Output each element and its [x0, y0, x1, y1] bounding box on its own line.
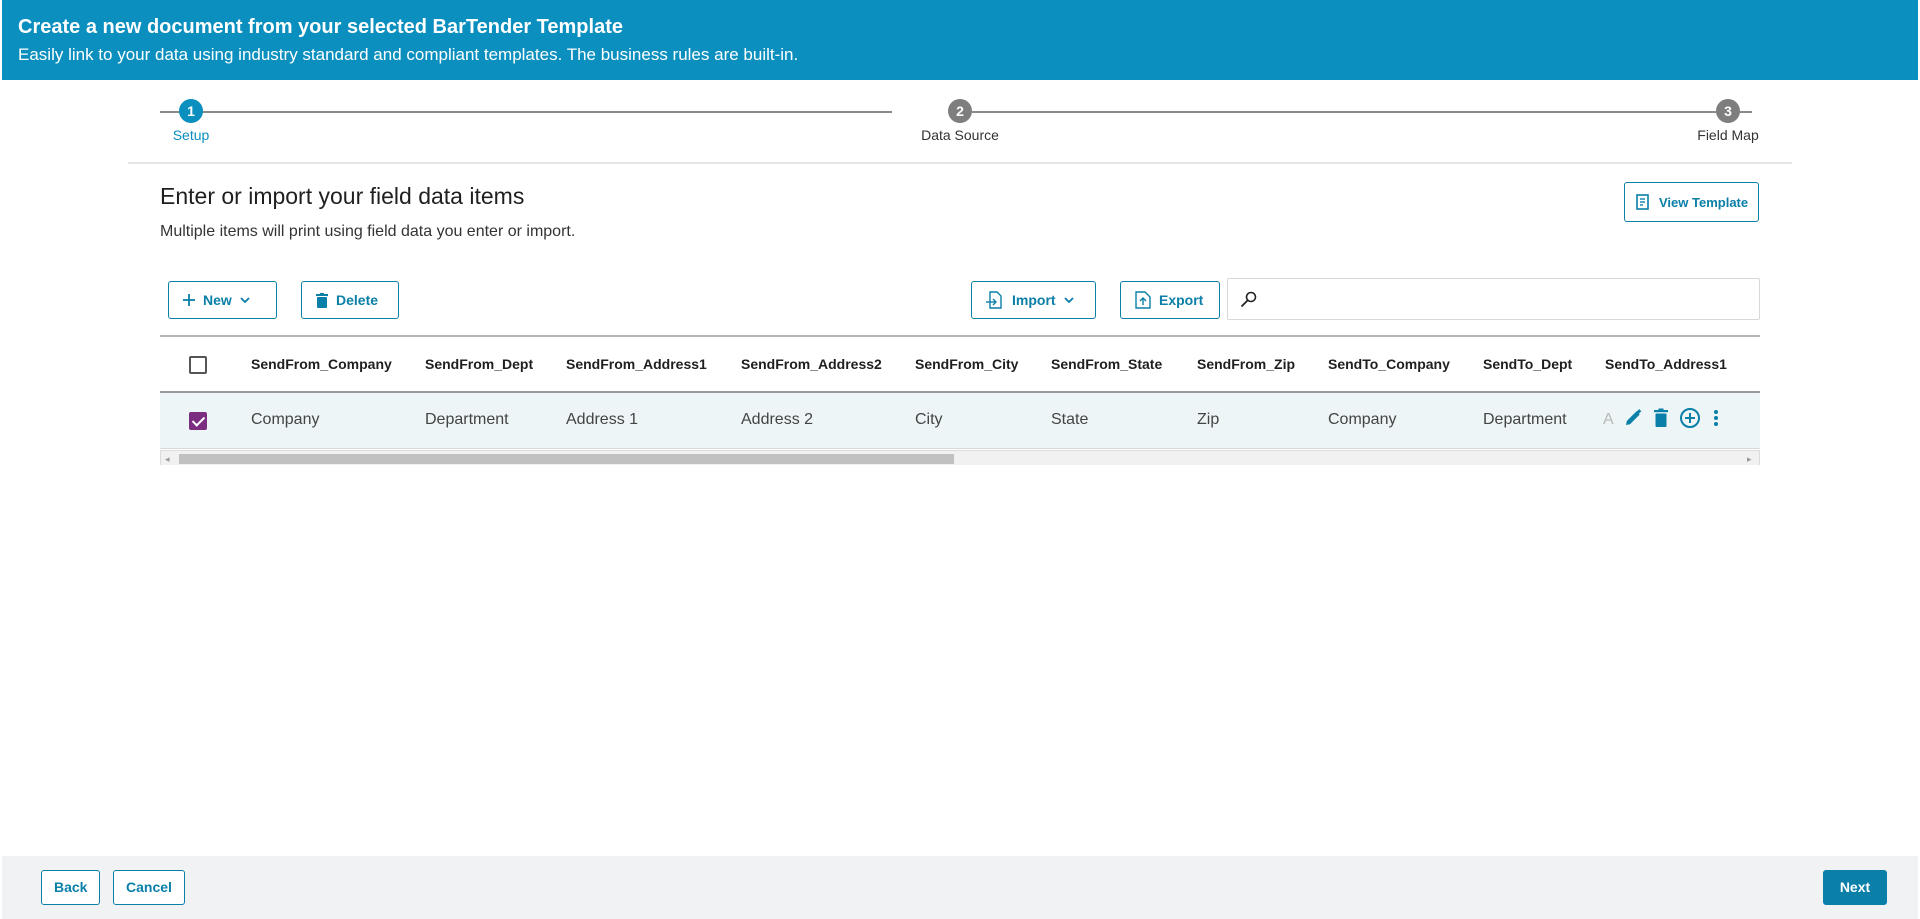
- step-label: Field Map: [1697, 127, 1759, 143]
- scroll-right-arrow-icon[interactable]: ▸: [1747, 454, 1752, 465]
- chevron-down-icon: [240, 296, 250, 304]
- horizontal-scrollbar[interactable]: ◂ ▸: [160, 450, 1760, 465]
- export-button[interactable]: Export: [1120, 281, 1220, 319]
- step-data-source[interactable]: 2 Data Source: [900, 96, 1020, 143]
- column-header[interactable]: SendTo_Address1: [1605, 337, 1727, 391]
- table-cell[interactable]: Department: [1483, 393, 1567, 447]
- table-cell-truncated[interactable]: A: [1603, 393, 1614, 447]
- column-header[interactable]: SendFrom_Dept: [425, 337, 533, 391]
- search-box: [1227, 278, 1760, 320]
- field-data-grid: SendFrom_Company SendFrom_Dept SendFrom_…: [160, 335, 1760, 465]
- view-template-button[interactable]: View Template: [1624, 182, 1760, 222]
- chevron-down-icon: [1063, 296, 1074, 304]
- export-label: Export: [1159, 292, 1204, 308]
- stepper-line-1: [160, 111, 892, 113]
- table-cell[interactable]: Department: [425, 393, 509, 447]
- select-all-checkbox[interactable]: [189, 356, 207, 374]
- table-row[interactable]: Company Department Address 1 Address 2 C…: [160, 393, 1760, 449]
- column-header[interactable]: SendFrom_Company: [251, 337, 392, 391]
- step-number: 3: [1716, 99, 1740, 123]
- delete-button[interactable]: Delete: [301, 281, 399, 319]
- grid-header: SendFrom_Company SendFrom_Dept SendFrom_…: [160, 337, 1760, 393]
- export-icon: [1135, 291, 1151, 309]
- column-header[interactable]: SendFrom_Zip: [1197, 337, 1295, 391]
- banner-title: Create a new document from your selected…: [18, 16, 623, 38]
- table-cell[interactable]: Zip: [1197, 393, 1219, 447]
- banner-subtitle: Easily link to your data using industry …: [18, 45, 799, 64]
- plus-icon: [183, 294, 195, 306]
- column-header[interactable]: SendTo_Company: [1328, 337, 1450, 391]
- step-field-map[interactable]: 3 Field Map: [1668, 96, 1788, 143]
- import-button[interactable]: Import: [971, 281, 1096, 319]
- page-subheading: Multiple items will print using field da…: [160, 223, 576, 240]
- row-actions: [1615, 393, 1760, 447]
- column-header[interactable]: SendFrom_City: [915, 337, 1018, 391]
- step-label: Data Source: [921, 127, 999, 143]
- delete-label: Delete: [336, 292, 379, 308]
- search-input[interactable]: [1262, 285, 1752, 313]
- import-label: Import: [1012, 292, 1056, 308]
- cancel-button[interactable]: Cancel: [113, 870, 185, 905]
- wizard-footer: Back Cancel Next: [2, 856, 1918, 919]
- table-cell[interactable]: Company: [251, 393, 319, 447]
- column-header[interactable]: SendFrom_Address2: [741, 337, 882, 391]
- step-setup[interactable]: 1 Setup: [131, 96, 251, 143]
- document-icon: [1635, 194, 1651, 210]
- stepper-divider: [128, 162, 1792, 164]
- new-button[interactable]: New: [168, 281, 277, 319]
- page-banner: Create a new document from your selected…: [2, 0, 1918, 80]
- column-header[interactable]: SendFrom_Address1: [566, 337, 707, 391]
- more-vertical-icon[interactable]: [1711, 408, 1721, 433]
- import-icon: [986, 291, 1004, 309]
- table-cell[interactable]: State: [1051, 393, 1088, 447]
- step-number: 1: [179, 99, 203, 123]
- search-icon: [1240, 291, 1258, 314]
- table-cell[interactable]: Address 1: [566, 393, 638, 447]
- table-cell[interactable]: Company: [1328, 393, 1396, 447]
- table-cell[interactable]: City: [915, 393, 943, 447]
- wizard-stepper: 1 Setup 2 Data Source 3 Field Map: [128, 96, 1792, 166]
- scrollbar-thumb[interactable]: [179, 454, 954, 464]
- page-heading: Enter or import your field data items: [160, 183, 525, 209]
- scroll-left-arrow-icon[interactable]: ◂: [165, 454, 170, 465]
- view-template-label: View Template: [1659, 194, 1749, 210]
- row-checkbox[interactable]: [189, 412, 207, 430]
- trash-icon: [316, 292, 328, 308]
- column-header[interactable]: SendTo_Dept: [1483, 337, 1572, 391]
- trash-icon[interactable]: [1653, 408, 1669, 433]
- new-label: New: [203, 292, 232, 308]
- edit-icon[interactable]: [1623, 408, 1643, 433]
- step-number: 2: [948, 99, 972, 123]
- column-header[interactable]: SendFrom_State: [1051, 337, 1162, 391]
- next-button[interactable]: Next: [1823, 870, 1887, 905]
- add-circle-icon[interactable]: [1679, 407, 1701, 434]
- back-button[interactable]: Back: [41, 870, 101, 905]
- table-cell[interactable]: Address 2: [741, 393, 813, 447]
- stepper-line-2: [972, 111, 1752, 113]
- step-label: Setup: [172, 127, 210, 143]
